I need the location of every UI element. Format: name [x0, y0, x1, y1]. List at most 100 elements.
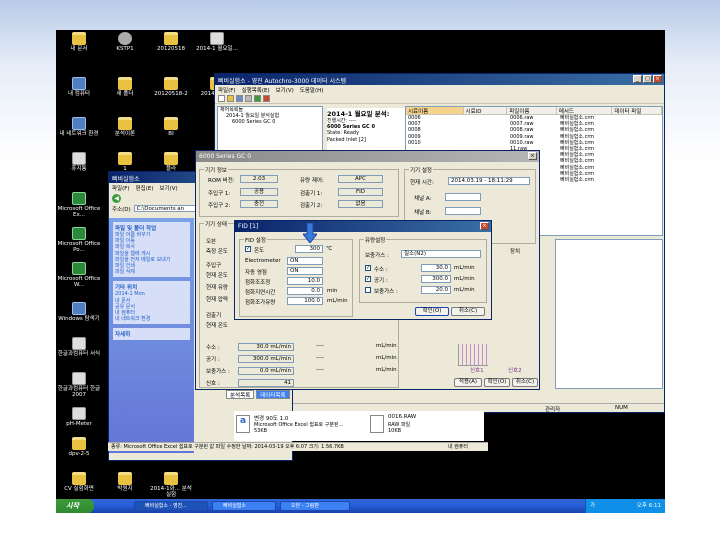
temp-input[interactable]: 300 [295, 245, 323, 253]
fid-ok-button[interactable]: 확인(O) [415, 307, 449, 316]
channel-b-select[interactable] [445, 207, 481, 215]
desktop-icon[interactable]: 내 네트워크 환경 [56, 117, 102, 137]
gc-close-button[interactable]: × [528, 152, 537, 160]
explorer-menu-edit[interactable]: 편집(E) [136, 184, 154, 192]
menu-file[interactable]: 파일(F) [218, 86, 236, 94]
ignite-flow-input[interactable]: 100.0 [287, 297, 323, 305]
desktop-icon[interactable]: 내 컴퓨터 [56, 77, 102, 97]
explorer-menu-view[interactable]: 보기(V) [159, 184, 177, 192]
file-item[interactable]: a 변경 90도 1.0 Microsoft Office Excel 쉼표로 … [236, 413, 346, 439]
desktop-icon[interactable]: 한글과컴퓨터 한글 2007 [56, 372, 102, 398]
flow-checkbox[interactable]: ✓ [365, 265, 371, 271]
minimize-button[interactable]: _ [633, 75, 642, 83]
taskbar-item-explorer[interactable]: 삐비실험소 [212, 501, 276, 511]
fid-close-button[interactable]: × [480, 222, 489, 230]
col-method[interactable]: 메서드 [557, 107, 613, 115]
language-indicator[interactable]: 가 [590, 503, 595, 509]
main-window-titlebar[interactable]: 삐비실험소 - 영진 Autochro-3000 데이터 시스템 _ □ × [215, 74, 664, 85]
makeup-gas-select[interactable]: 질소(N2) [401, 250, 481, 258]
col-sample-name[interactable]: 시료이름 [406, 107, 464, 115]
taskbar-item-gc[interactable]: 삐비실험소 - 영진... [134, 501, 208, 511]
time-value: 2014.03.19 - 18:11:29 [448, 177, 530, 185]
toolbar-new-icon[interactable] [218, 95, 225, 102]
desktop-icon[interactable]: 새 폴더 [102, 77, 148, 97]
details-title[interactable]: 자세히 [115, 330, 188, 338]
rom-value: 2.03 [240, 175, 278, 183]
clock[interactable]: 오후 6:11 [637, 499, 661, 513]
back-arrow-icon[interactable]: ◀ [112, 194, 121, 203]
flow-checkbox[interactable] [365, 287, 371, 293]
screen: 내 문서 KSTP1 20120518 2014-1 월요일... 내 컴퓨터 새 폴더 2… [56, 30, 665, 513]
temp-label: 온도 [254, 248, 265, 254]
gc-ok-button[interactable]: 확인(O) [484, 378, 510, 387]
gc-apply-button[interactable]: 적용(A) [454, 378, 482, 387]
desktop-icon[interactable]: 20120518-2 [148, 77, 194, 97]
flow-label: 보충가스 : [374, 289, 398, 295]
toolbar-stop-icon[interactable] [263, 95, 270, 102]
task-link[interactable]: 파일 삭제 [115, 269, 188, 275]
desktop-icon[interactable]: pH-Meter [56, 407, 102, 427]
gc-titlebar[interactable]: 6000 Series GC 0 × [196, 151, 539, 162]
electrometer-select[interactable]: ON [287, 257, 323, 265]
folder-icon [164, 77, 178, 90]
menu-run[interactable]: 실행목록(E) [242, 86, 270, 94]
explorer-menu-file[interactable]: 파일(F) [112, 184, 130, 192]
desktop-icon[interactable]: BI [148, 117, 194, 137]
desktop-icon[interactable]: 1 [102, 152, 148, 172]
flow-input[interactable]: 300.0 [421, 275, 451, 283]
tab-analysis-list[interactable]: 분석목록 [226, 390, 255, 399]
menu-view[interactable]: 보기(V) [276, 86, 294, 94]
close-button[interactable]: × [653, 75, 662, 83]
col-file-name[interactable]: 파일이름 [507, 107, 557, 115]
desktop-icon[interactable]: 플라 [148, 152, 194, 172]
desktop-icon[interactable]: Microsoft Office Po... [56, 227, 102, 253]
desktop-icon[interactable]: 박원지 [102, 472, 148, 492]
channel-a-select[interactable] [445, 193, 481, 201]
desktop-icon[interactable]: 휴지통 [56, 152, 102, 172]
flow-control-label: 유량 제어: [300, 178, 324, 184]
gc-cancel-button[interactable]: 취소(C) [512, 378, 538, 387]
desktop-icon[interactable]: 한글과컴퓨터 서식 [56, 337, 102, 357]
desktop-icon[interactable]: CV 실험화면 [56, 472, 102, 492]
taskbar-item-paint[interactable]: 오븐 - 그림판 [280, 501, 350, 511]
flow-checkbox[interactable]: ✓ [365, 276, 371, 282]
desktop-icon[interactable]: 20120518 [148, 32, 194, 52]
desktop-icon[interactable]: 2014-1 월요일... [194, 32, 240, 52]
file-item[interactable]: 0016.RAW RAW 파일 10KB [370, 413, 480, 439]
toolbar-run-icon[interactable] [254, 95, 261, 102]
channel-b-label: 채널 B: [414, 210, 432, 216]
desktop-icon[interactable]: Windows 탐색기 [56, 302, 102, 322]
fid-cancel-button[interactable]: 취소(C) [451, 307, 485, 316]
folder-icon [164, 472, 178, 485]
temp-checkbox[interactable]: ✓ [245, 246, 251, 252]
main-window-title: 삐비실험소 - 영진 Autochro-3000 데이터 시스템 [218, 78, 347, 85]
desktop-icon-label: 내 문서 [70, 46, 88, 52]
maximize-button[interactable]: □ [643, 75, 652, 83]
start-button[interactable]: 시작 [56, 499, 94, 513]
desktop-icon-label: Microsoft Office W... [57, 276, 101, 288]
desktop-icon[interactable]: KSTP1 [102, 32, 148, 52]
toolbar-print-icon[interactable] [245, 95, 252, 102]
desktop-icon[interactable]: 분석이론 [102, 117, 148, 137]
desktop-icon[interactable]: 2014-1화... 분석실험 [148, 472, 194, 498]
tab-data-list[interactable]: 데이터목록 [256, 390, 290, 399]
toolbar-open-icon[interactable] [227, 95, 234, 102]
col-data-file[interactable]: 데이터 파일 [612, 107, 662, 115]
fid-titlebar[interactable]: FID [1] × [235, 221, 491, 232]
desktop-icon[interactable]: Microsoft Office Ex... [56, 192, 102, 218]
tree-item-gc[interactable]: 6000 Series GC 0 [218, 119, 322, 125]
col-sample-id[interactable]: 시료ID [464, 107, 508, 115]
menu-help[interactable]: 도움말(H) [300, 86, 324, 94]
autozero-select[interactable]: ON [287, 267, 323, 275]
channel-a-label: 채널 A: [414, 196, 432, 202]
toolbar-save-icon[interactable] [236, 95, 243, 102]
ignite-input[interactable]: 10.0 [287, 277, 323, 285]
flow-input[interactable]: 20.0 [421, 286, 451, 294]
desktop-icon[interactable]: dpv-2-5 [56, 437, 102, 457]
desktop-icon[interactable]: Microsoft Office W... [56, 262, 102, 288]
ignite-time-input[interactable]: 0.0 [287, 287, 323, 295]
desktop-icon-label: pH-Meter [66, 421, 92, 427]
desktop-icon[interactable]: 내 문서 [56, 32, 102, 52]
place-link[interactable]: 내 네트워크 환경 [115, 316, 188, 322]
flow-input[interactable]: 30.0 [421, 264, 451, 272]
